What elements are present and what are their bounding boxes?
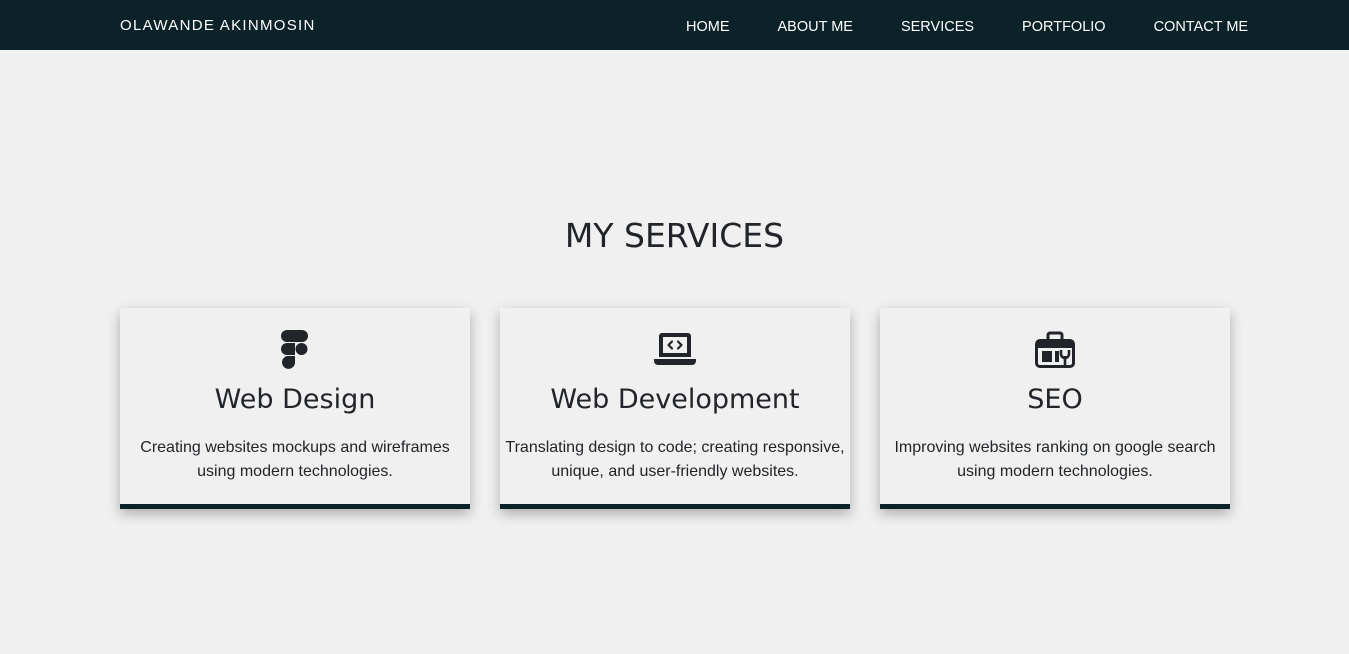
service-card-title: Web Design — [214, 384, 376, 415]
nav-link-services[interactable]: SERVICES — [901, 19, 974, 35]
nav-link-about-me[interactable]: ABOUT ME — [778, 19, 853, 35]
description-line: using modern technologies. — [197, 463, 393, 480]
services-heading: MY SERVICES — [564, 216, 785, 255]
nav-menu: HOME ABOUT ME SERVICES PORTFOLIO CONTACT… — [686, 19, 1248, 35]
service-card-web-design: Web Design Creating websites mockups and… — [120, 308, 470, 509]
description-line: using modern technologies. — [957, 463, 1153, 480]
service-card-web-development: Web Development Translating design to co… — [500, 308, 850, 509]
service-card-description: Creating websites mockups and wireframes… — [120, 436, 470, 484]
nav-link-home[interactable]: HOME — [686, 19, 730, 35]
nav-link-contact-me[interactable]: CONTACT ME — [1154, 19, 1249, 35]
description-line: Creating websites mockups and wireframes — [140, 439, 450, 456]
navbar: OLAWANDE AKINMOSIN HOME ABOUT ME SERVICE… — [0, 0, 1349, 50]
toolbox-icon — [880, 330, 1230, 370]
description-line: unique, and user-friendly websites. — [551, 463, 799, 480]
service-card-title: Web Development — [550, 384, 800, 415]
brand-logo[interactable]: OLAWANDE AKINMOSIN — [120, 17, 316, 34]
service-card-description: Translating design to code; creating res… — [500, 436, 850, 484]
laptop-code-icon — [500, 330, 850, 370]
service-card-title: SEO — [1027, 384, 1083, 415]
services-cards: Web Design Creating websites mockups and… — [120, 308, 1230, 509]
service-card-description: Improving websites ranking on google sea… — [880, 436, 1230, 484]
nav-link-portfolio[interactable]: PORTFOLIO — [1022, 19, 1106, 35]
description-line: Translating design to code; creating res… — [505, 439, 845, 456]
service-card-seo: SEO Improving websites ranking on google… — [880, 308, 1230, 509]
description-line: Improving websites ranking on google sea… — [894, 439, 1216, 456]
figma-icon — [120, 330, 470, 370]
